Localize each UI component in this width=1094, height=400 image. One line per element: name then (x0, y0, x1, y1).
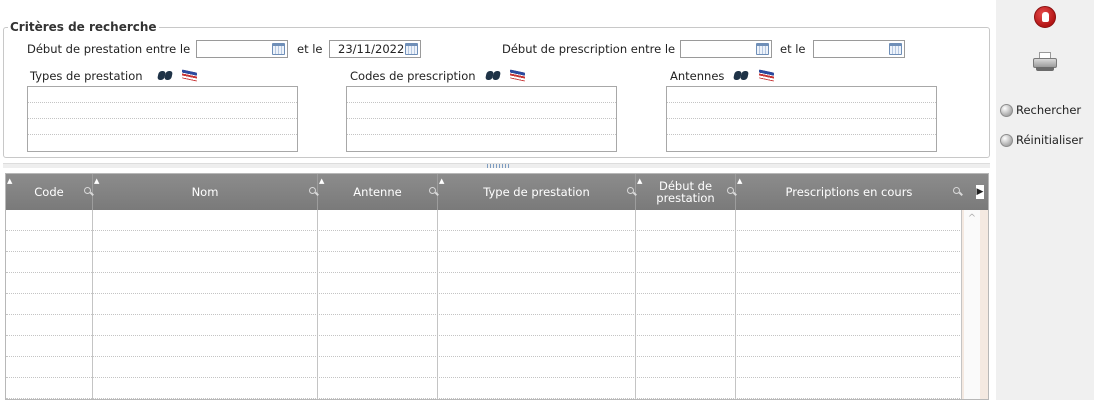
table-row[interactable] (6, 315, 962, 336)
sort-arrow-icon: ▲ (7, 177, 13, 185)
prestation-and-label: et le (297, 42, 323, 56)
prestation-from-date-field[interactable] (196, 40, 288, 58)
table-row[interactable] (6, 357, 962, 378)
codes-prescription-list[interactable] (346, 86, 617, 152)
prescription-and-label: et le (780, 42, 806, 56)
types-prestation-label: Types de prestation (30, 69, 143, 83)
magnifier-icon[interactable] (627, 187, 636, 196)
column-label: Antenne (353, 185, 402, 199)
table-row[interactable] (6, 294, 962, 315)
grid-header: ▲ Code ▲ Nom ▲ Antenne ▲ Type de prestat… (6, 174, 988, 210)
magnifier-icon[interactable] (953, 187, 962, 196)
prescription-from-date-field[interactable] (680, 40, 772, 58)
calendar-icon[interactable] (272, 43, 285, 55)
column-header-prescriptions[interactable]: ▲ Prescriptions en cours (736, 174, 962, 210)
prescription-to-date-field[interactable] (813, 40, 905, 58)
sort-arrow-icon: ▲ (94, 177, 100, 185)
types-prestation-list[interactable] (27, 86, 298, 152)
table-row[interactable] (6, 273, 962, 294)
reset-button[interactable]: Réinitialiser (1000, 132, 1083, 148)
radio-ball-icon (1000, 103, 1013, 117)
table-row[interactable] (6, 210, 962, 231)
stop-hand-icon[interactable] (1034, 6, 1056, 28)
table-row[interactable] (6, 378, 962, 399)
magnifier-icon[interactable] (429, 187, 438, 196)
search-button[interactable]: Rechercher (1000, 102, 1081, 118)
column-header-type-prestation[interactable]: ▲ Type de prestation (438, 174, 636, 210)
printer-icon[interactable] (1033, 52, 1057, 72)
calendar-icon[interactable] (756, 43, 769, 55)
column-header-antenne[interactable]: ▲ Antenne (318, 174, 438, 210)
radio-ball-icon (1000, 133, 1013, 147)
grid-body (6, 210, 962, 399)
results-grid: ▲ Code ▲ Nom ▲ Antenne ▲ Type de prestat… (5, 173, 989, 400)
prestation-to-date-value: 23/11/2022 (338, 42, 405, 56)
column-label: Type de prestation (483, 185, 590, 199)
column-header-code[interactable]: ▲ Code (6, 174, 93, 210)
prescription-start-label: Début de prescription entre le (502, 42, 676, 56)
search-criteria-legend: Critères de recherche (8, 20, 159, 34)
scroll-right-icon[interactable]: ▶ (976, 185, 984, 199)
calendar-icon[interactable] (405, 43, 418, 55)
table-row[interactable] (6, 336, 962, 357)
antennes-label: Antennes (670, 69, 725, 83)
column-label: Prescriptions en cours (785, 185, 913, 199)
table-row[interactable] (6, 252, 962, 273)
scroll-up-icon[interactable]: ^ (964, 212, 980, 226)
column-label: Code (34, 185, 64, 199)
action-side-panel: Rechercher Réinitialiser (996, 0, 1094, 400)
prestation-start-label: Début de prestation entre le (27, 42, 191, 56)
sort-arrow-icon: ▲ (637, 177, 643, 185)
antennes-list[interactable] (666, 86, 937, 152)
binoculars-icon[interactable] (157, 69, 173, 80)
column-header-nom[interactable]: ▲ Nom (93, 174, 318, 210)
search-button-label: Rechercher (1016, 103, 1082, 117)
sort-arrow-icon: ▲ (439, 177, 445, 185)
column-label: Début de prestation (656, 179, 715, 205)
prestation-to-date-field[interactable]: 23/11/2022 (329, 40, 421, 58)
panel-splitter[interactable] (3, 163, 990, 168)
magnifier-icon[interactable] (309, 187, 318, 196)
calendar-icon[interactable] (889, 43, 902, 55)
splitter-grip-icon[interactable] (487, 164, 509, 168)
column-label: Nom (191, 185, 219, 199)
magnifier-icon[interactable] (84, 187, 93, 196)
magnifier-icon[interactable] (727, 187, 736, 196)
reset-button-label: Réinitialiser (1016, 133, 1084, 147)
table-row[interactable] (6, 231, 962, 252)
sort-arrow-icon: ▲ (737, 177, 743, 185)
sort-arrow-icon: ▲ (319, 177, 325, 185)
binoculars-icon[interactable] (485, 69, 501, 80)
binoculars-icon[interactable] (733, 69, 749, 80)
column-header-debut-prestation[interactable]: ▲ Début de prestation (636, 174, 736, 210)
codes-prescription-label: Codes de prescription (350, 69, 476, 83)
vertical-scrollbar[interactable]: ^ (962, 210, 988, 399)
